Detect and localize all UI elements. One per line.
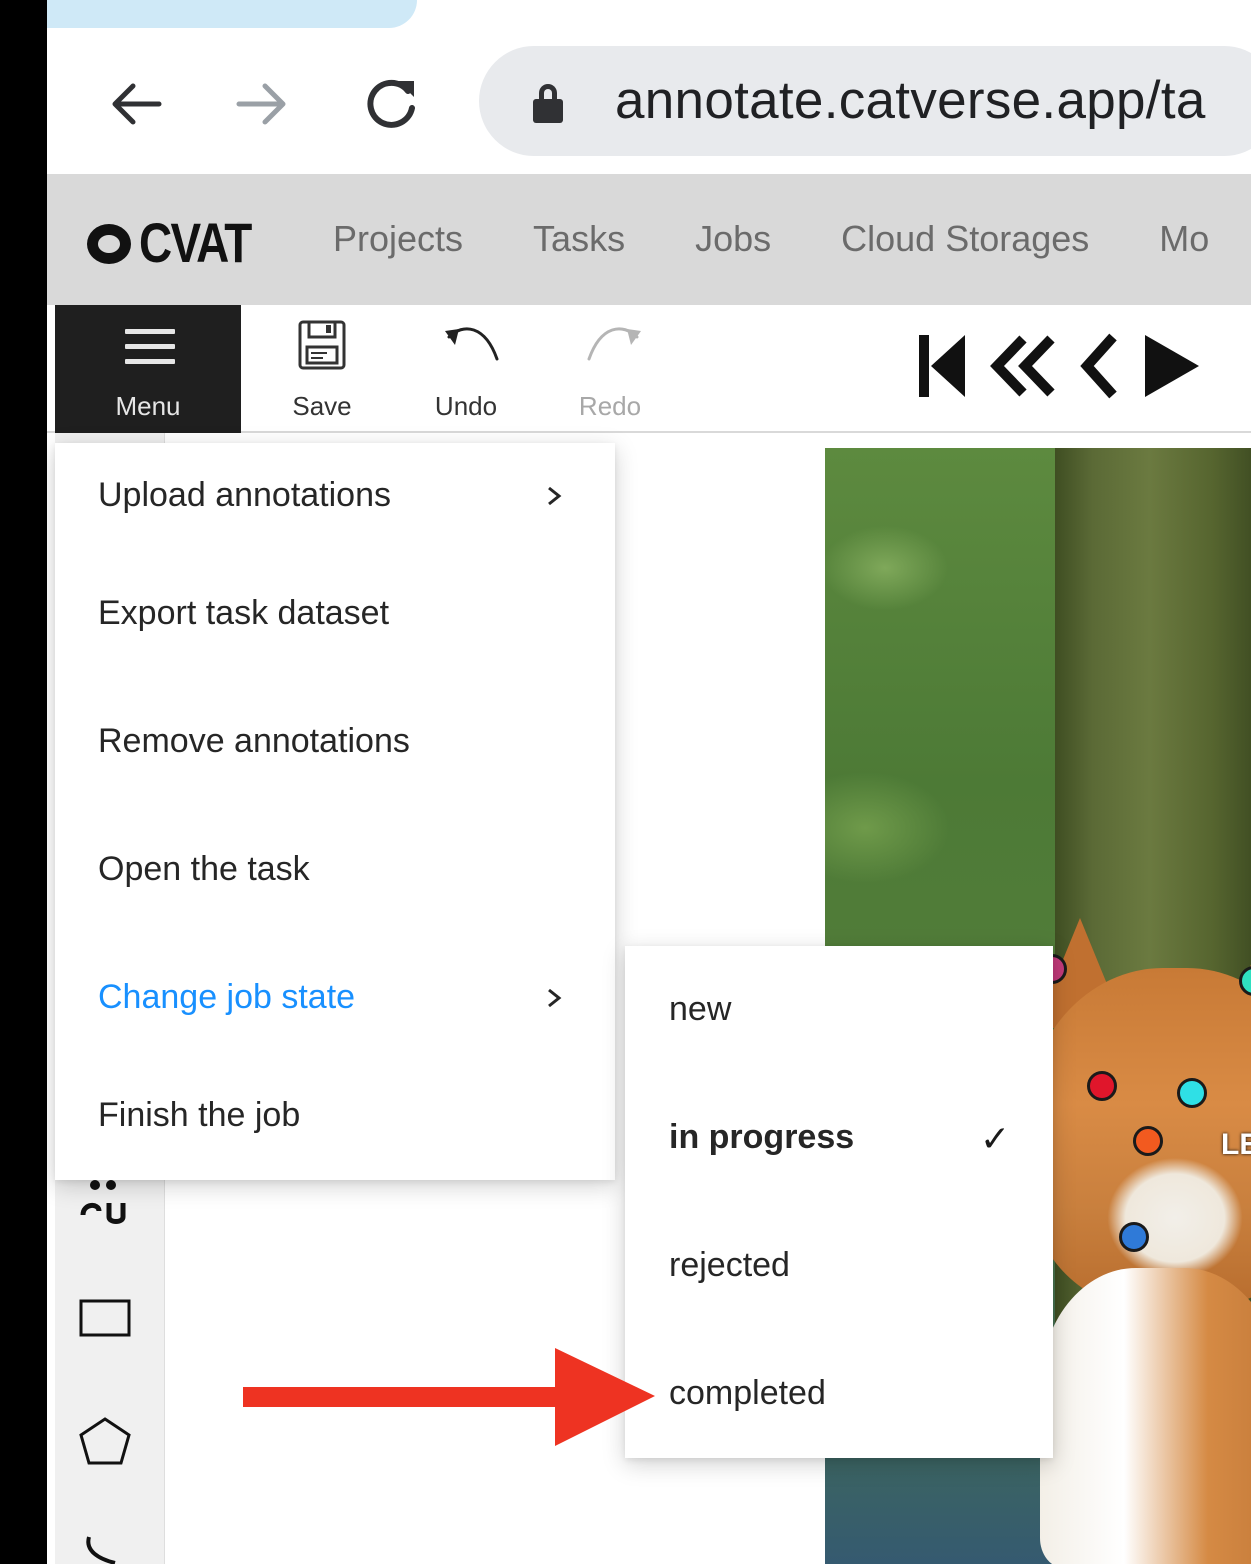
job-state-submenu: new in progress ✓ rejected completed xyxy=(625,946,1053,1458)
arrow-right-icon xyxy=(236,83,286,125)
hamburger-icon xyxy=(125,329,175,365)
reload-button[interactable] xyxy=(359,72,423,136)
job-state-rejected[interactable]: rejected xyxy=(625,1234,1053,1294)
menu-item-remove-annotations[interactable]: Remove annotations xyxy=(55,712,615,772)
cat-body xyxy=(1040,1268,1251,1564)
cvat-logo-icon xyxy=(87,224,131,264)
polyline-icon[interactable] xyxy=(75,1533,135,1564)
logo-text: CVAT xyxy=(139,210,252,274)
arrow-left-icon xyxy=(112,83,162,125)
lock-icon xyxy=(531,84,565,124)
app-header: CVAT Projects Tasks Jobs Cloud Storages … xyxy=(47,174,1251,305)
first-frame-icon[interactable] xyxy=(917,331,967,401)
menu-item-upload-annotations[interactable]: Upload annotations xyxy=(55,466,615,526)
keypoint-cyan[interactable] xyxy=(1177,1078,1207,1108)
forward-button[interactable] xyxy=(231,72,295,136)
redo-label: Redo xyxy=(578,391,642,421)
annotation-menu-dropdown: Upload annotations Export task dataset R… xyxy=(55,443,615,1180)
menu-item-finish-the-job[interactable]: Finish the job xyxy=(55,1086,615,1146)
job-state-completed[interactable]: completed xyxy=(625,1362,1053,1422)
job-state-new[interactable]: new xyxy=(625,978,1053,1038)
header-nav: Projects Tasks Jobs Cloud Storages Mo xyxy=(333,218,1251,260)
screen-edge xyxy=(0,0,47,1564)
url-text: annotate.catverse.app/ta xyxy=(615,71,1206,130)
annotation-toolbar: Menu Save Undo Redo xyxy=(47,305,1251,433)
menu-button[interactable]: Menu xyxy=(55,305,241,433)
menu-item-change-job-state[interactable]: Change job state xyxy=(55,968,615,1028)
nav-tasks[interactable]: Tasks xyxy=(533,218,625,260)
undo-button[interactable]: Undo xyxy=(396,305,536,433)
browser-chrome: annotate.catverse.app/ta xyxy=(47,0,1251,174)
player-controls xyxy=(917,331,1223,401)
nav-jobs[interactable]: Jobs xyxy=(695,218,771,260)
undo-label: Undo xyxy=(434,391,498,421)
chevron-right-icon xyxy=(548,486,562,506)
fast-backward-icon[interactable] xyxy=(989,331,1057,401)
nav-cloud-storages[interactable]: Cloud Storages xyxy=(841,218,1089,260)
keypoint-red[interactable] xyxy=(1087,1071,1117,1101)
previous-icon[interactable] xyxy=(1079,331,1119,401)
job-state-in-progress[interactable]: in progress ✓ xyxy=(625,1106,1053,1166)
browser-tab[interactable] xyxy=(47,0,417,28)
nav-projects[interactable]: Projects xyxy=(333,218,463,260)
menu-item-open-the-task[interactable]: Open the task xyxy=(55,840,615,900)
address-bar[interactable]: annotate.catverse.app/ta xyxy=(479,46,1251,156)
polygon-icon[interactable] xyxy=(75,1415,135,1467)
menu-label: Menu xyxy=(115,391,181,421)
reload-icon xyxy=(367,79,415,128)
checkmark-icon: ✓ xyxy=(980,1118,1011,1159)
redo-icon xyxy=(587,327,641,361)
undo-icon xyxy=(445,327,499,361)
save-icon xyxy=(298,320,346,370)
menu-item-export-task-dataset[interactable]: Export task dataset xyxy=(55,584,615,644)
keypoint-blue[interactable] xyxy=(1119,1222,1149,1252)
rectangle-icon[interactable] xyxy=(75,1295,135,1341)
redo-button[interactable]: Redo xyxy=(540,305,680,433)
chevron-right-icon xyxy=(548,988,562,1008)
keypoint-orange[interactable] xyxy=(1133,1126,1163,1156)
callout-arrow-icon xyxy=(243,1348,655,1446)
points-icon[interactable] xyxy=(75,1177,135,1227)
cvat-logo[interactable]: CVAT xyxy=(87,210,275,274)
back-button[interactable] xyxy=(103,72,167,136)
keypoint-label: LE xyxy=(1221,1128,1251,1161)
nav-models[interactable]: Mo xyxy=(1159,218,1209,260)
save-label: Save xyxy=(292,391,352,421)
save-button[interactable]: Save xyxy=(252,305,392,433)
play-icon[interactable] xyxy=(1141,331,1201,401)
